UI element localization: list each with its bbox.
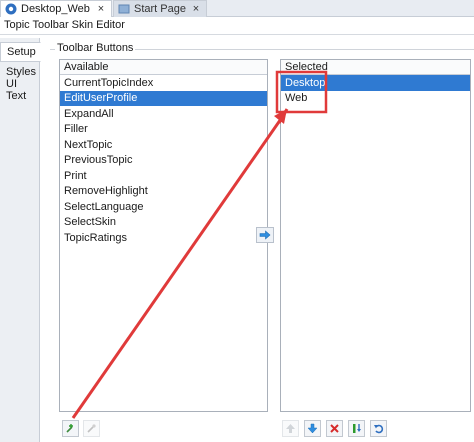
list-item[interactable]: TopicRatings (60, 230, 267, 246)
tab-desktop-web[interactable]: Desktop_Web × (0, 0, 112, 17)
arrow-right-icon (259, 230, 271, 240)
move-up-button[interactable] (282, 420, 299, 437)
tab-label: Start Page (134, 3, 186, 15)
sort-icon (353, 424, 361, 433)
list-item[interactable]: RemoveHighlight (60, 184, 267, 200)
list-item[interactable]: CurrentTopicIndex (60, 75, 267, 91)
tab-label: Desktop_Web (21, 3, 90, 15)
list-item[interactable]: ExpandAll (60, 106, 267, 122)
document-tab-strip: Desktop_Web × Start Page × (0, 0, 474, 17)
list-item[interactable]: SelectSkin (60, 215, 267, 231)
add-to-selected-button[interactable] (256, 227, 274, 243)
close-icon[interactable]: × (190, 3, 202, 15)
tab-start-page[interactable]: Start Page × (113, 0, 207, 17)
side-tab-ui-text[interactable]: UI Text (0, 78, 40, 102)
undo-icon (374, 424, 384, 434)
close-icon[interactable]: × (95, 3, 107, 15)
arrow-up-icon (286, 424, 295, 433)
divider (0, 34, 474, 35)
start-page-icon (118, 3, 130, 15)
topic-toolbar-skin-icon (5, 3, 17, 15)
arrow-down-icon (307, 423, 318, 434)
list-item[interactable]: NextTopic (60, 137, 267, 153)
side-tabs: Setup Styles UI Text (0, 38, 41, 442)
delete-icon (330, 424, 339, 433)
list-item[interactable]: Print (60, 168, 267, 184)
side-tab-setup[interactable]: Setup (0, 42, 41, 62)
move-down-button[interactable] (304, 420, 321, 437)
list-item[interactable]: Web (281, 91, 470, 107)
add-item-icon (66, 424, 73, 433)
reset-button[interactable] (370, 420, 387, 437)
selected-header: Selected (281, 60, 470, 75)
edit-button[interactable] (83, 420, 100, 437)
edit-item-icon (87, 424, 96, 433)
selected-list[interactable]: Selected Desktop Web (280, 59, 471, 412)
list-item[interactable]: EditUserProfile (60, 90, 267, 106)
list-item[interactable]: SelectLanguage (60, 199, 267, 215)
remove-button[interactable] (326, 420, 343, 437)
available-header: Available (60, 60, 267, 75)
list-item[interactable]: Desktop (281, 75, 470, 91)
new-button[interactable] (62, 420, 79, 437)
list-item[interactable]: Filler (60, 122, 267, 138)
available-list[interactable]: Available CurrentTopicIndex EditUserProf… (59, 59, 268, 412)
group-label: Toolbar Buttons (55, 42, 136, 54)
list-item[interactable]: PreviousTopic (60, 153, 267, 169)
sort-button[interactable] (348, 420, 365, 437)
editor-title: Topic Toolbar Skin Editor (4, 19, 125, 31)
